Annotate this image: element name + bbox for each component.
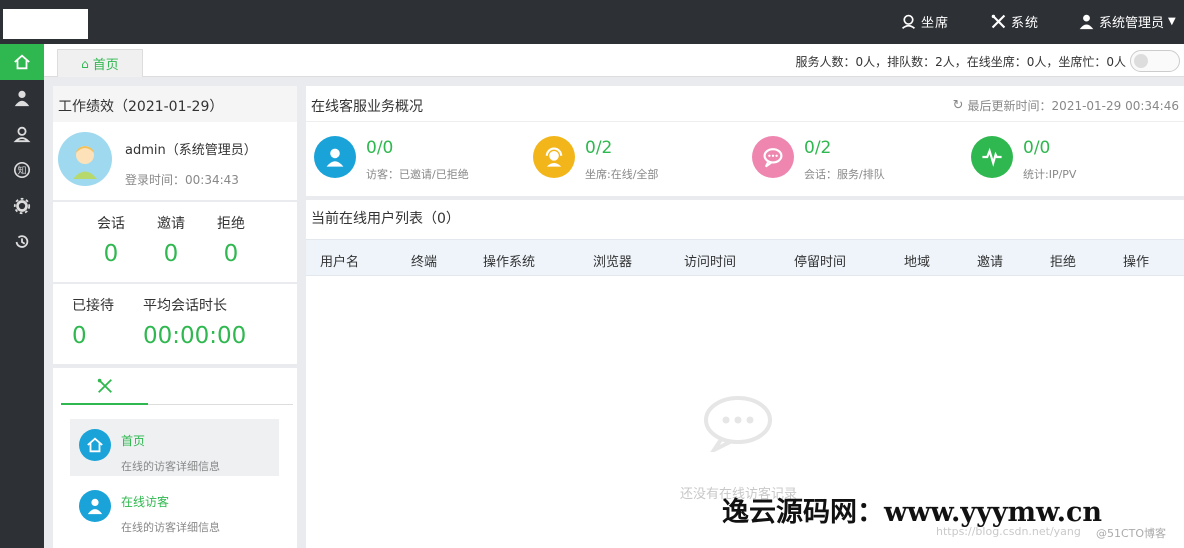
- tab-home-label: 首页: [92, 58, 119, 73]
- sidebar-item-visitors[interactable]: [0, 80, 44, 116]
- overview-header: 在线客服业务概况 ↻ 最后更新时间：2021-01-29 00:34:46: [306, 86, 1184, 122]
- table-column-header[interactable]: 操作: [1123, 251, 1149, 270]
- performance-title: 工作绩效（2021-01-29）: [58, 99, 224, 115]
- metric-invitations: 邀请 0: [157, 216, 185, 267]
- sidebar: 知: [0, 44, 44, 548]
- user-menu-label: 系统管理员: [1099, 16, 1165, 31]
- sidebar-item-knowledge[interactable]: 知: [0, 152, 44, 188]
- quick-link-home[interactable]: 首页 在线的访客详细信息: [70, 419, 279, 476]
- received-card: 已接待 0 平均会话时长 00:00:00: [53, 284, 297, 364]
- status-toggle[interactable]: [1130, 50, 1180, 72]
- overview-card-label: 坐席:在线/全部: [585, 168, 659, 181]
- gear-icon: [13, 197, 31, 215]
- quick-link-visitors-desc: 在线的访客详细信息: [121, 521, 220, 534]
- refresh-icon[interactable]: ↻: [953, 98, 964, 113]
- table-column-header[interactable]: 邀请: [977, 251, 1003, 270]
- table-column-header[interactable]: 操作系统: [483, 251, 535, 270]
- profile-card: admin（系统管理员） 登录时间：00:34:43: [53, 122, 297, 200]
- table-column-header[interactable]: 用户名: [320, 251, 359, 270]
- caret-down-icon: ▼: [1168, 16, 1176, 27]
- overview-card-value: 0/2: [804, 138, 832, 158]
- sidebar-item-history[interactable]: [0, 224, 44, 260]
- overview-card-label: 统计:IP/PV: [1023, 168, 1077, 181]
- metric-sessions: 会话 0: [97, 216, 125, 267]
- logo: [3, 9, 88, 39]
- overview-card-label: 访客：已邀请/已拒绝: [366, 168, 469, 181]
- home-icon: [14, 54, 30, 70]
- watermark-url: https://blog.csdn.net/yang: [936, 525, 1081, 538]
- visitor-icon: [314, 136, 356, 178]
- sidebar-item-agents[interactable]: [0, 116, 44, 152]
- table-column-header[interactable]: 地域: [904, 251, 930, 270]
- table-column-header[interactable]: 浏览器: [593, 251, 632, 270]
- home-icon: [79, 429, 111, 461]
- overview-card-label: 会话：服务/排队: [804, 168, 885, 181]
- service-stats: 服务人数：0人，排队数：2人，在线坐席：0人，坐席忙：0人: [795, 55, 1126, 69]
- overview-card: 0/2 坐席:在线/全部: [533, 136, 743, 181]
- svg-text:知: 知: [17, 165, 26, 177]
- person-icon: [79, 490, 111, 522]
- quick-link-online-visitors[interactable]: 在线访客 在线的访客详细信息: [70, 480, 279, 537]
- overview-card: 0/2 会话：服务/排队: [752, 136, 962, 181]
- agent-icon: [13, 126, 31, 143]
- tools-icon: [991, 14, 1006, 29]
- table-column-header[interactable]: 停留时间: [794, 251, 846, 270]
- seat-menu[interactable]: 坐席: [900, 12, 949, 31]
- headset-icon: [901, 14, 916, 29]
- user-menu[interactable]: 系统管理员 ▼: [1078, 12, 1176, 31]
- system-menu-label: 系统: [1011, 16, 1040, 31]
- performance-header: 工作绩效（2021-01-29）: [53, 86, 297, 122]
- quick-link-home-desc: 在线的访客详细信息: [121, 460, 220, 473]
- last-updated: ↻ 最后更新时间：2021-01-29 00:34:46: [952, 98, 1179, 113]
- overview-card-value: 0/2: [585, 138, 613, 158]
- agent-icon: [533, 136, 575, 178]
- metrics-card: 会话 0 邀请 0 拒绝 0: [53, 202, 297, 282]
- overview-card-value: 0/0: [1023, 138, 1051, 158]
- watermark-main: 逸云源码网：www.yyymw.cn: [722, 497, 1103, 528]
- user-icon: [1079, 14, 1094, 30]
- table-column-header[interactable]: 访问时间: [684, 251, 736, 270]
- person-icon: [14, 90, 30, 107]
- top-navigation-bar: 坐席 系统 系统管理员 ▼: [0, 0, 1184, 44]
- table-column-header[interactable]: 拒绝: [1050, 251, 1076, 270]
- overview-card-value: 0/0: [366, 138, 394, 158]
- quick-link-visitors-title: 在线访客: [121, 495, 170, 509]
- overview-panel: 在线客服业务概况 ↻ 最后更新时间：2021-01-29 00:34:46 0/…: [306, 86, 1184, 196]
- overview-card: 0/0 访客：已邀请/已拒绝: [314, 136, 524, 181]
- history-icon: [15, 235, 29, 248]
- tab-bar: ⌂ 首页 服务人数：0人，排队数：2人，在线坐席：0人，坐席忙：0人: [44, 44, 1184, 77]
- chat-icon: [752, 136, 794, 178]
- table-column-header[interactable]: 终端: [411, 251, 437, 270]
- home-icon: ⌂: [81, 56, 89, 71]
- knowledge-icon: 知: [13, 161, 31, 179]
- user-list-title: 当前在线用户列表（0）: [311, 211, 460, 227]
- empty-chat-icon: [702, 396, 774, 456]
- tab-tools[interactable]: [61, 368, 148, 405]
- pulse-icon: [971, 136, 1013, 178]
- avg-session-metric: 平均会话时长 00:00:00: [143, 298, 247, 349]
- sidebar-item-home[interactable]: [0, 44, 44, 80]
- seat-menu-label: 坐席: [921, 16, 950, 31]
- avatar: [58, 132, 112, 186]
- sidebar-item-settings[interactable]: [0, 188, 44, 224]
- table-header: 用户名 终端 操作系统 浏览器 访问时间 停留时间 地域 邀请 拒绝 操作: [306, 239, 1184, 276]
- system-menu[interactable]: 系统: [990, 12, 1039, 31]
- watermark-tag: @51CTO博客: [1096, 527, 1167, 540]
- tab-home[interactable]: ⌂ 首页: [57, 49, 143, 77]
- tools-icon: [97, 378, 112, 393]
- received-metric: 已接待 0: [72, 298, 114, 349]
- quick-link-home-title: 首页: [121, 434, 146, 448]
- login-time: 登录时间：00:34:43: [125, 173, 239, 187]
- overview-title: 在线客服业务概况: [311, 99, 423, 115]
- metric-rejections: 拒绝 0: [217, 216, 245, 267]
- quick-links-panel: 首页 在线的访客详细信息 在线访客 在线的访客详细信息: [53, 368, 297, 548]
- divider: [148, 404, 293, 405]
- user-name: admin（系统管理员）: [125, 143, 257, 158]
- overview-card: 0/0 统计:IP/PV: [971, 136, 1181, 181]
